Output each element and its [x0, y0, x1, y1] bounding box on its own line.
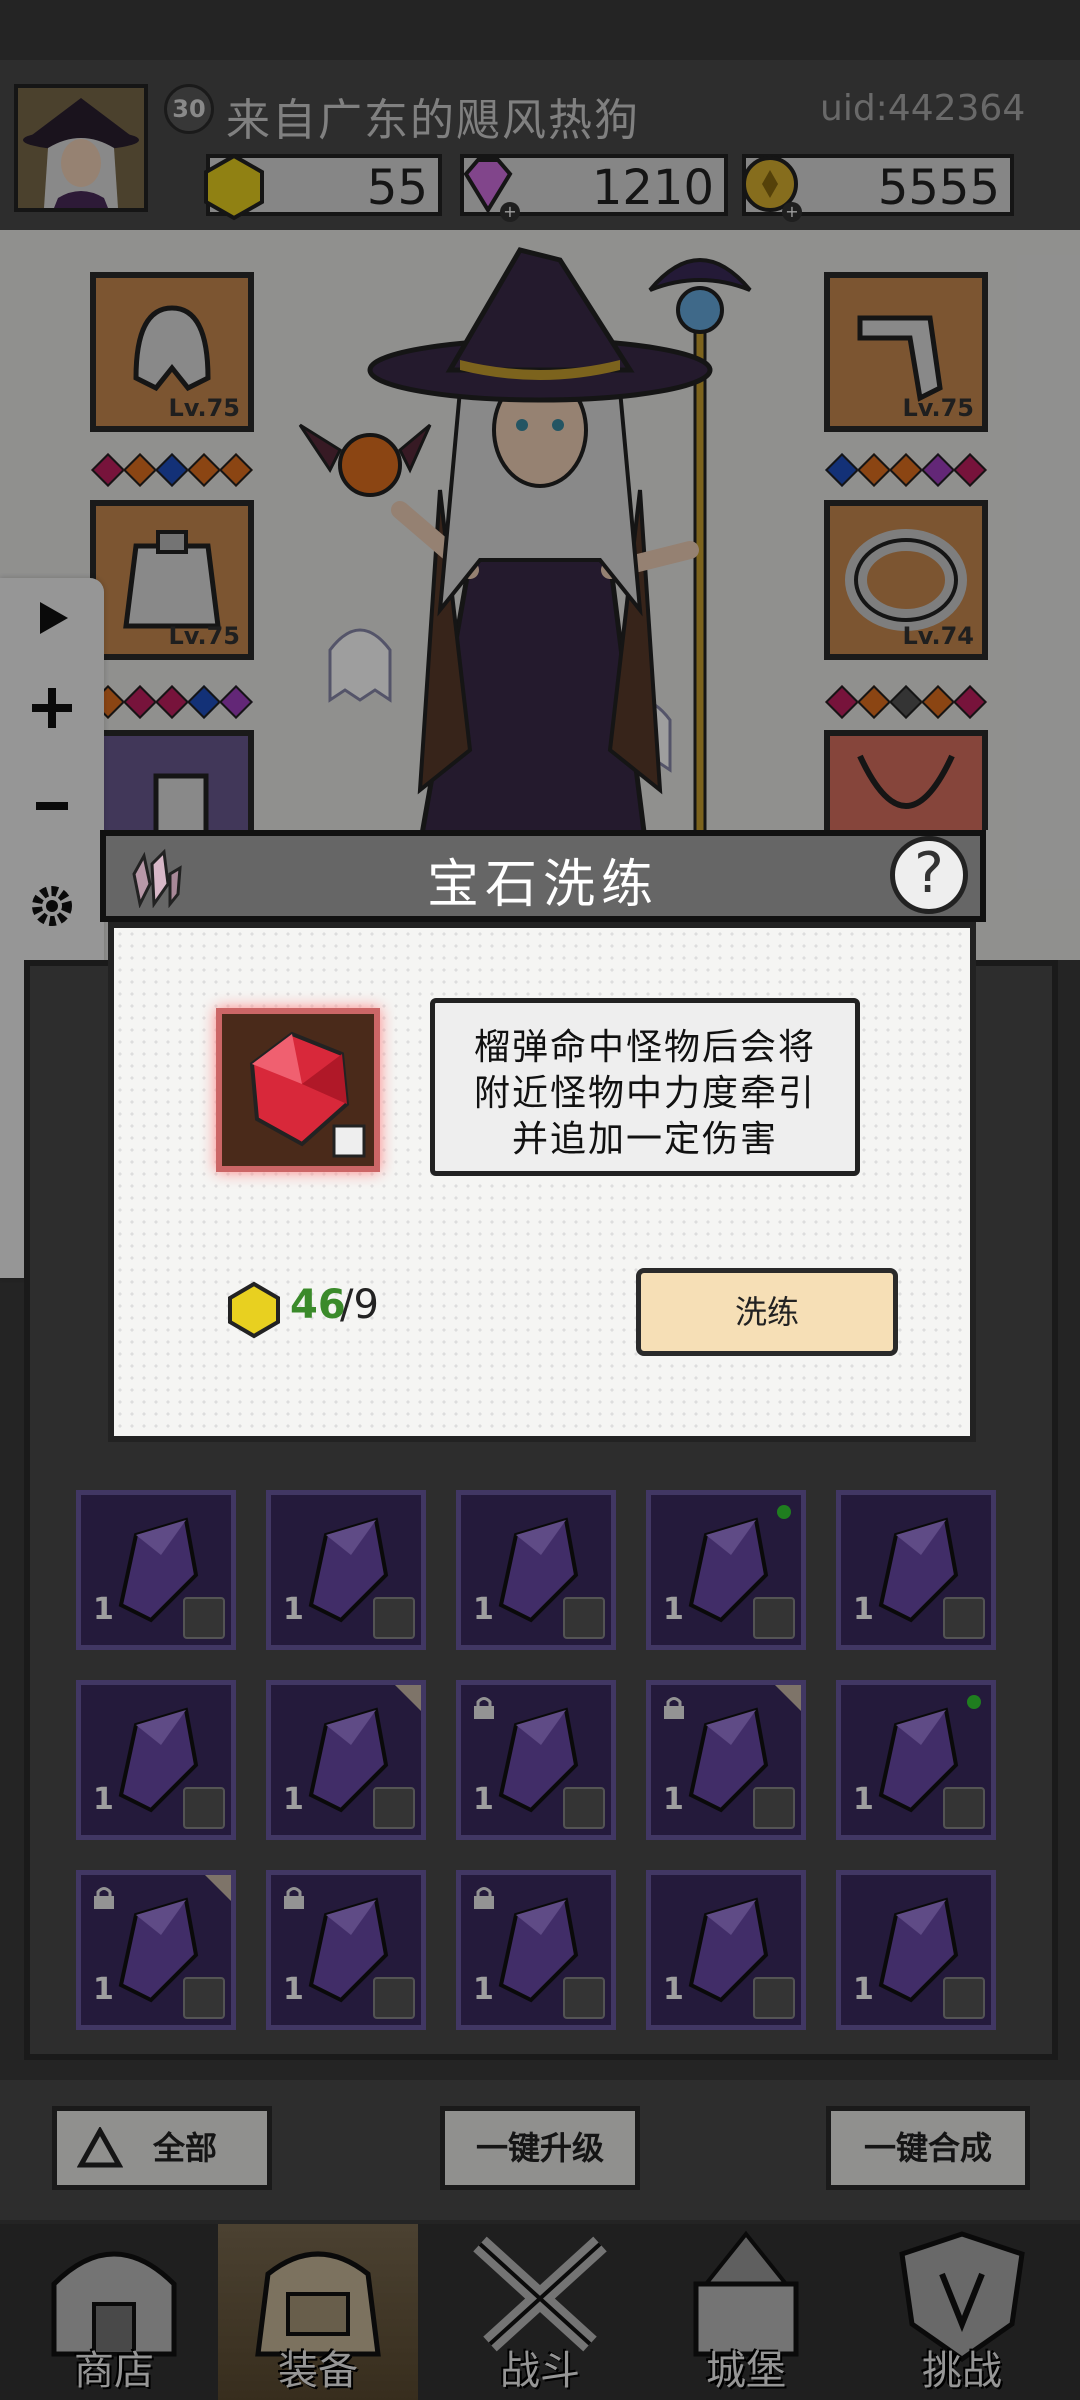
help-button[interactable]: ?	[890, 836, 968, 914]
description-line: 附近怪物中力度牵引	[473, 1073, 816, 1114]
gold-crystal-icon	[228, 1281, 280, 1339]
description-line: 榴弹命中怪物后会将	[473, 1027, 816, 1068]
gem-refine-dialog: 宝石洗练 ? 榴弹命中怪物后会将 附近怪物中力度牵引 并追加一定伤害 46 /9…	[100, 830, 986, 1442]
gem-slot[interactable]	[216, 1008, 380, 1172]
refine-button[interactable]: 洗练	[636, 1268, 898, 1356]
red-gem-icon	[249, 1031, 366, 1158]
description-line: 并追加一定伤害	[511, 1119, 778, 1160]
gem-description-box: 榴弹命中怪物后会将 附近怪物中力度牵引 并追加一定伤害	[430, 998, 860, 1176]
refine-cost-owned: 46	[290, 1282, 346, 1328]
dialog-title: 宝石洗练	[426, 855, 659, 915]
refine-cost-required: /9	[340, 1282, 379, 1328]
